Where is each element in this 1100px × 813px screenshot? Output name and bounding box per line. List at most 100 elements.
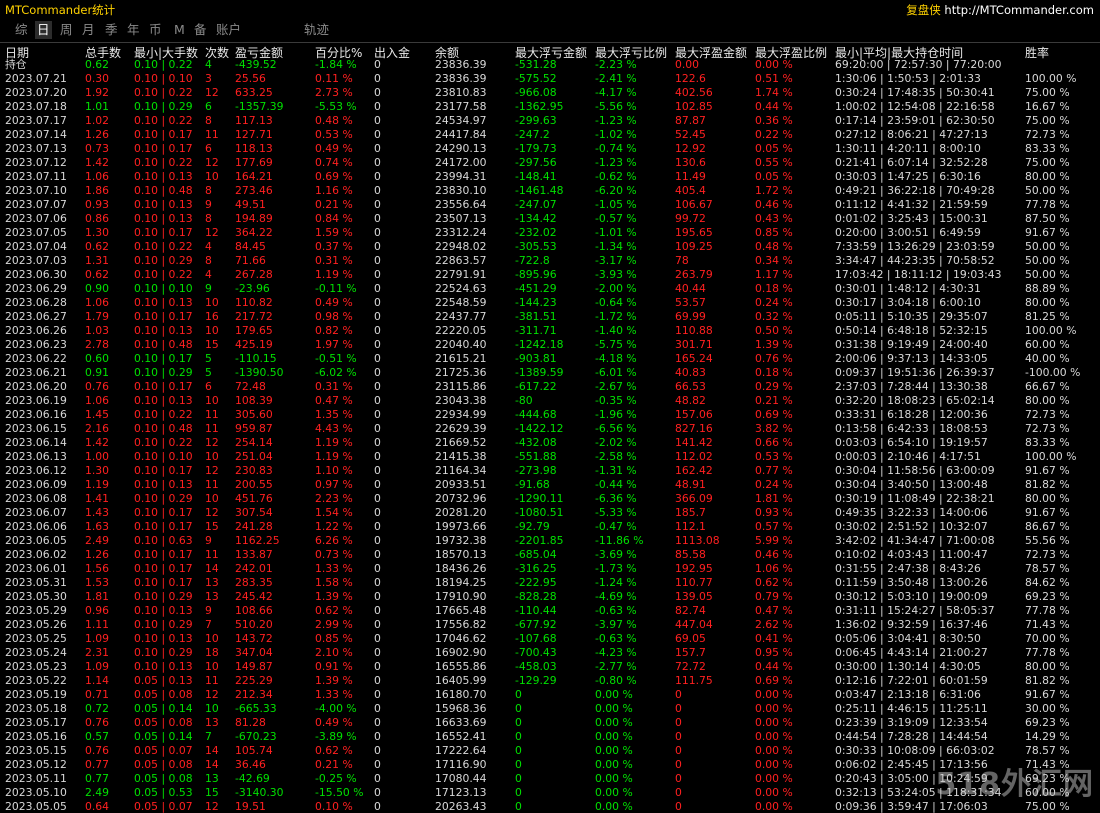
- table-row[interactable]: 2023.06.01 1.56 0.10 | 0.17 14 242.01 1.33 % 0…: [0, 562, 1100, 576]
- table-row[interactable]: 2023.07.11 1.06 0.10 | 0.13 10 164.21 0.69 % 0…: [0, 170, 1100, 184]
- tab-currency[interactable]: 币: [147, 21, 164, 39]
- cell-balance: 23043.38: [435, 394, 487, 407]
- cell-pnl: -1390.50: [235, 366, 284, 379]
- table-row[interactable]: 2023.07.20 1.92 0.10 | 0.22 12 633.25 2.73 % 0…: [0, 86, 1100, 100]
- cell-max-float-loss-pct: -3.97 %: [595, 618, 637, 631]
- table-row[interactable]: 2023.06.30 0.62 0.10 | 0.22 4 267.28 1.19 % 0 2…: [0, 268, 1100, 282]
- tab-day[interactable]: 日: [35, 21, 52, 39]
- cell-pnl: -110.15: [235, 352, 277, 365]
- table-row[interactable]: 2023.07.18 1.01 0.10 | 0.29 6 -1357.39 -5.53 …: [0, 100, 1100, 114]
- cell-max-float-loss: -381.51: [515, 310, 557, 323]
- cell-pnl: 959.87: [235, 422, 273, 435]
- cell-max-float-loss-pct: 0.00 %: [595, 800, 633, 813]
- brand-link[interactable]: 复盘侠 http://MTCommander.com: [906, 2, 1094, 18]
- table-row[interactable]: 2023.07.12 1.42 0.10 | 0.22 12 177.69 0.74 % 0…: [0, 156, 1100, 170]
- table-row[interactable]: 2023.06.26 1.03 0.10 | 0.13 10 179.65 0.82 % 0…: [0, 324, 1100, 338]
- cell-max-float-loss-pct: -0.62 %: [595, 170, 637, 183]
- cell-max-float-profit-pct: 0.79 %: [755, 590, 793, 603]
- table-row[interactable]: 2023.07.07 0.93 0.10 | 0.13 9 49.51 0.21 % 0 23…: [0, 198, 1100, 212]
- cell-hold-time: 0:49:21 | 36:22:18 | 70:49:28: [835, 184, 995, 197]
- table-row[interactable]: 2023.06.19 1.06 0.10 | 0.13 10 108.39 0.47 % 0…: [0, 394, 1100, 408]
- table-row[interactable]: 2023.07.05 1.30 0.10 | 0.17 12 364.22 1.59 % 0…: [0, 226, 1100, 240]
- table-row[interactable]: 2023.07.04 0.62 0.10 | 0.22 4 84.45 0.37 % 0 22…: [0, 240, 1100, 254]
- tab-summary[interactable]: 综: [13, 21, 30, 39]
- table-row[interactable]: 2023.06.22 0.60 0.10 | 0.17 5 -110.15 -0.51 %…: [0, 352, 1100, 366]
- table-row[interactable]: 2023.06.14 1.42 0.10 | 0.22 12 254.14 1.19 % 0…: [0, 436, 1100, 450]
- tab-account[interactable]: 账户: [214, 21, 243, 39]
- table-row[interactable]: 2023.05.17 0.76 0.05 | 0.08 13 81.28 0.49 % 0 1…: [0, 716, 1100, 730]
- table-row[interactable]: 2023.06.28 1.06 0.10 | 0.13 10 110.82 0.49 % 0…: [0, 296, 1100, 310]
- table-row[interactable]: 2023.06.05 2.49 0.10 | 0.63 9 1162.25 6.26 % 0…: [0, 534, 1100, 548]
- table-row[interactable]: 2023.07.17 1.02 0.10 | 0.22 8 117.13 0.48 % 0 2…: [0, 114, 1100, 128]
- table-row[interactable]: 2023.05.30 1.81 0.10 | 0.29 13 245.42 1.39 % 0…: [0, 590, 1100, 604]
- cell-max-float-loss: 0: [515, 688, 522, 701]
- table-row[interactable]: 2023.05.22 1.14 0.05 | 0.13 11 225.29 1.39 % 0…: [0, 674, 1100, 688]
- cell-max-float-profit: 0: [675, 730, 682, 743]
- cell-total-lots: 0.62: [85, 58, 110, 71]
- table-row[interactable]: 2023.06.02 1.26 0.10 | 0.17 11 133.87 0.73 % 0…: [0, 548, 1100, 562]
- table-row[interactable]: 2023.05.29 0.96 0.10 | 0.13 9 108.66 0.62 % 0 1…: [0, 604, 1100, 618]
- cell-max-float-profit-pct: 2.62 %: [755, 618, 793, 631]
- table-row[interactable]: 2023.06.12 1.30 0.10 | 0.17 12 230.83 1.10 % 0…: [0, 464, 1100, 478]
- table-row[interactable]: 2023.06.09 1.19 0.10 | 0.13 11 200.55 0.97 % 0…: [0, 478, 1100, 492]
- cell-balance: 23556.64: [435, 198, 487, 211]
- cell-min-max-lots: 0.10 | 0.22: [134, 114, 193, 127]
- table-row[interactable]: 2023.06.21 0.91 0.10 | 0.29 5 -1390.50 -6.02 …: [0, 366, 1100, 380]
- cell-max-float-loss: -134.42: [515, 212, 557, 225]
- table-row[interactable]: 2023.05.18 0.72 0.05 | 0.14 10 -665.33 -4.00 …: [0, 702, 1100, 716]
- cell-total-lots: 2.31: [85, 646, 110, 659]
- table-row[interactable]: 2023.05.26 1.11 0.10 | 0.29 7 510.20 2.99 % 0 1…: [0, 618, 1100, 632]
- cell-min-max-lots: 0.10 | 0.48: [134, 338, 193, 351]
- table-row[interactable]: 2023.06.29 0.90 0.10 | 0.10 9 -23.96 -0.11 % 0…: [0, 282, 1100, 296]
- cell-total-lots: 0.76: [85, 380, 110, 393]
- table-row[interactable]: 2023.06.15 2.16 0.10 | 0.48 11 959.87 4.43 % 0…: [0, 422, 1100, 436]
- table-row[interactable]: 2023.06.27 1.79 0.10 | 0.17 16 217.72 0.98 % 0…: [0, 310, 1100, 324]
- tab-month[interactable]: 月: [80, 21, 97, 39]
- table-row[interactable]: 2023.06.23 2.78 0.10 | 0.48 15 425.19 1.97 % 0…: [0, 338, 1100, 352]
- table-row[interactable]: 2023.05.16 0.57 0.05 | 0.14 7 -670.23 -3.89 %…: [0, 730, 1100, 744]
- cell-pnl: 164.21: [235, 170, 273, 183]
- table-row[interactable]: 2023.05.24 2.31 0.10 | 0.29 18 347.04 2.10 % 0…: [0, 646, 1100, 660]
- table-row[interactable]: 2023.06.07 1.43 0.10 | 0.17 12 307.54 1.54 % 0…: [0, 506, 1100, 520]
- tab-week[interactable]: 周: [58, 21, 75, 39]
- cell-deposit: 0: [374, 632, 381, 645]
- table-row[interactable]: 2023.05.31 1.53 0.10 | 0.17 13 283.35 1.58 % 0…: [0, 576, 1100, 590]
- table-row[interactable]: 2023.05.25 1.09 0.10 | 0.13 10 143.72 0.85 % 0…: [0, 632, 1100, 646]
- table-row[interactable]: 2023.06.13 1.00 0.10 | 0.10 10 251.04 1.19 % 0…: [0, 450, 1100, 464]
- table-row[interactable]: 2023.05.15 0.76 0.05 | 0.07 14 105.74 0.62 % 0…: [0, 744, 1100, 758]
- cell-date: 2023.06.01: [5, 562, 67, 575]
- table-row[interactable]: 2023.07.10 1.86 0.10 | 0.48 8 273.46 1.16 % 0 2…: [0, 184, 1100, 198]
- cell-pnl: 212.34: [235, 688, 273, 701]
- table-row[interactable]: 2023.07.14 1.26 0.10 | 0.17 11 127.71 0.53 % 0…: [0, 128, 1100, 142]
- cell-max-float-profit-pct: 0.41 %: [755, 632, 793, 645]
- cell-deposit: 0: [374, 408, 381, 421]
- cell-max-float-profit: 112.02: [675, 450, 713, 463]
- table-row[interactable]: 2023.06.08 1.41 0.10 | 0.29 10 451.76 2.23 % 0…: [0, 492, 1100, 506]
- cell-balance: 22863.57: [435, 254, 487, 267]
- table-row[interactable]: 2023.07.13 0.73 0.10 | 0.17 6 118.13 0.49 % 0 2…: [0, 142, 1100, 156]
- cell-min-max-lots: 0.10 | 0.17: [134, 520, 193, 533]
- cell-max-float-profit: 0.00: [675, 58, 700, 71]
- cell-max-float-loss-pct: -0.64 %: [595, 296, 637, 309]
- table-row[interactable]: 2023.07.03 1.31 0.10 | 0.29 8 71.66 0.31 % 0 22…: [0, 254, 1100, 268]
- cell-max-float-loss: -531.28: [515, 58, 557, 71]
- table-row[interactable]: 2023.07.06 0.86 0.10 | 0.13 8 194.89 0.84 % 0 2…: [0, 212, 1100, 226]
- table-row[interactable]: 2023.05.19 0.71 0.05 | 0.08 12 212.34 1.33 % 0…: [0, 688, 1100, 702]
- tab-magic[interactable]: M: [172, 21, 187, 39]
- cell-total-lots: 1.09: [85, 632, 110, 645]
- cell-max-float-loss: -305.53: [515, 240, 557, 253]
- table-row[interactable]: 2023.06.06 1.63 0.10 | 0.17 15 241.28 1.22 % 0…: [0, 520, 1100, 534]
- cell-balance: 24534.97: [435, 114, 487, 127]
- tab-notes[interactable]: 备: [192, 21, 209, 39]
- table-row[interactable]: 2023.06.16 1.45 0.10 | 0.22 11 305.60 1.35 % 0…: [0, 408, 1100, 422]
- holding-row[interactable]: 持仓 0.62 0.10 | 0.22 4 -439.52 -1.84 % 0 23836.3…: [0, 58, 1100, 72]
- table-row[interactable]: 2023.06.20 0.76 0.10 | 0.17 6 72.48 0.31 % 0 23…: [0, 380, 1100, 394]
- cell-deposit: 0: [374, 72, 381, 85]
- tab-track[interactable]: 轨迹: [302, 21, 331, 39]
- tab-quarter[interactable]: 季: [103, 21, 120, 39]
- cell-max-float-profit-pct: 0.76 %: [755, 352, 793, 365]
- cell-balance: 22437.77: [435, 310, 487, 323]
- table-row[interactable]: 2023.07.21 0.30 0.10 | 0.10 3 25.56 0.11 % 0 23…: [0, 72, 1100, 86]
- table-row[interactable]: 2023.05.23 1.09 0.10 | 0.13 10 149.87 0.91 % 0…: [0, 660, 1100, 674]
- tab-year[interactable]: 年: [125, 21, 142, 39]
